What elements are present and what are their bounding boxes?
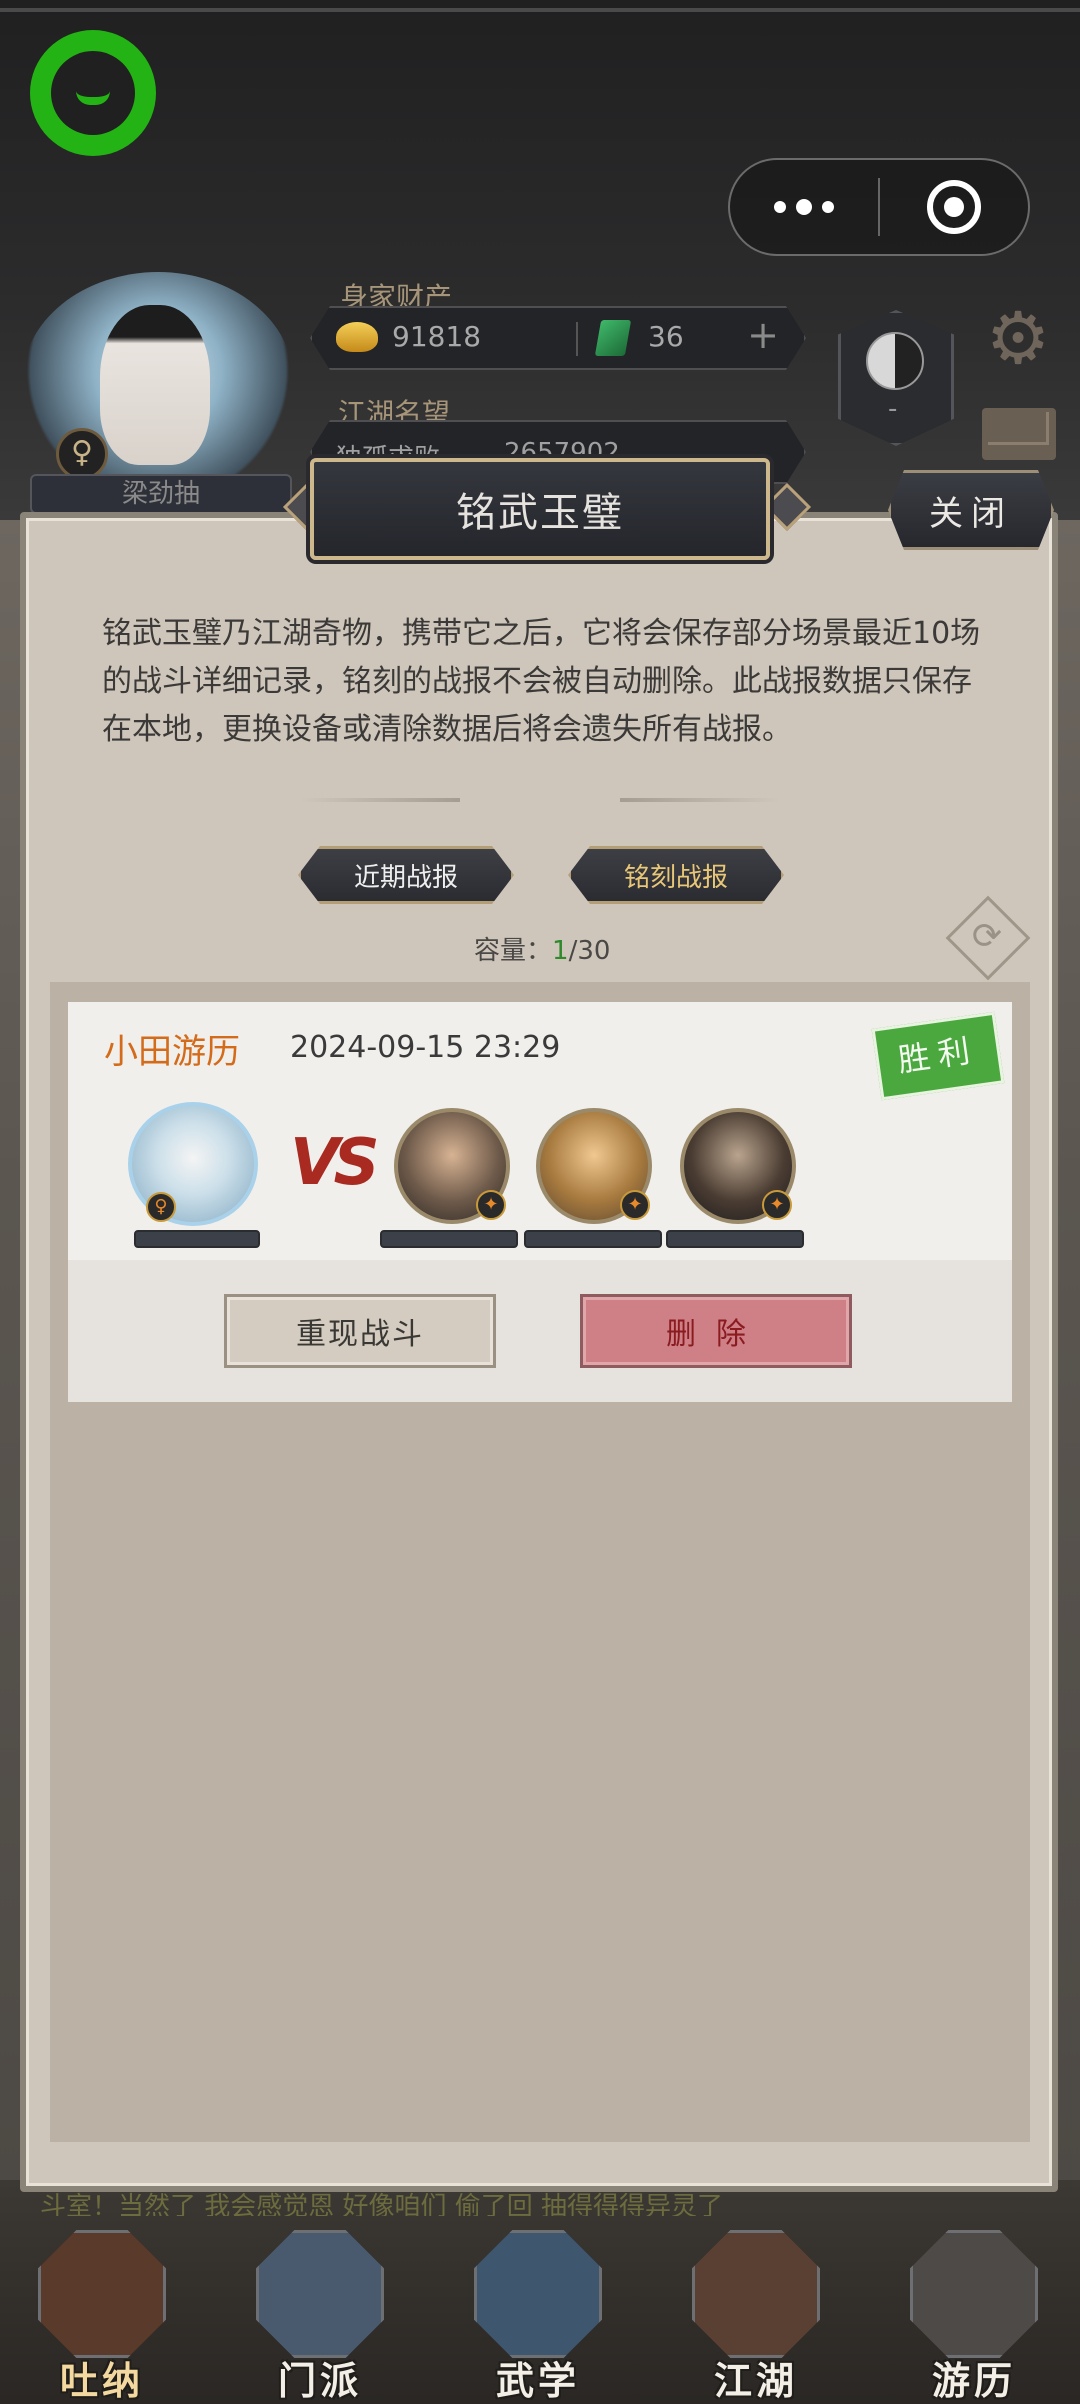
coin-count: 91818: [392, 320, 482, 353]
wealth-bar: [310, 306, 806, 370]
gear-icon[interactable]: ⚙: [980, 300, 1056, 376]
nav-label: 武学: [495, 2359, 580, 2403]
skill-badge-icon: ✦: [476, 1190, 506, 1220]
hero-status-bar: [666, 1230, 804, 1248]
jade-icon: [594, 320, 632, 356]
add-currency-button[interactable]: +: [744, 316, 782, 354]
hero-status-bar: [524, 1230, 662, 1248]
skill-badge-icon: ✦: [762, 1190, 792, 1220]
horse-icon: [910, 2230, 1038, 2358]
tab-engraved-reports[interactable]: 铭刻战报: [568, 846, 784, 904]
straw-hat-icon: [692, 2230, 820, 2358]
yinyang-icon: [866, 332, 924, 390]
skill-badge-icon: ✦: [620, 1190, 650, 1220]
scroll-book-icon: [474, 2230, 602, 2358]
more-menu-button[interactable]: [730, 160, 878, 254]
top-divider: [0, 8, 1080, 12]
sect-flag-icon: [256, 2230, 384, 2358]
capacity-label: 容量：: [474, 936, 553, 966]
capacity-counter: 容量：1/30: [474, 930, 610, 967]
close-button[interactable]: 关闭: [888, 470, 1054, 550]
divider-left: [300, 798, 460, 802]
sect-badge-value: -: [888, 394, 898, 424]
nav-label: 门派: [277, 2359, 362, 2403]
gold-ingot-icon: [336, 322, 378, 352]
player-avatar-portrait: [100, 305, 210, 465]
hero-status-bar: [134, 1230, 260, 1248]
panel-title: 铭武玉璧: [456, 490, 624, 536]
capsule-menu: [728, 158, 1030, 256]
mail-icon[interactable]: [982, 408, 1056, 460]
capacity-used: 1: [552, 936, 569, 966]
gender-icon: ♀: [146, 1192, 176, 1222]
nav-travel[interactable]: 游历: [904, 2222, 1044, 2404]
nav-sect[interactable]: 门派: [250, 2222, 390, 2404]
nav-label: 吐纳: [59, 2359, 144, 2403]
divider-right: [620, 798, 780, 802]
record-datetime: 2024-09-15 23:29: [290, 1030, 561, 1065]
replay-battle-button[interactable]: 重现战斗: [224, 1294, 496, 1368]
gender-icon: ♀: [56, 428, 108, 480]
refresh-icon: ⟳: [971, 915, 1003, 957]
panel-description: 铭武玉璧乃江湖奇物，携带它之后，它将会保存部分场景最近10场的战斗详细记录，铭刻…: [102, 616, 981, 747]
hero-status-bar: [380, 1230, 518, 1248]
nav-label: 江湖: [713, 2359, 798, 2403]
wealth-separator: [576, 322, 578, 356]
nav-jianghu[interactable]: 江湖: [686, 2222, 826, 2404]
record-source: 小田游历: [104, 1032, 240, 1072]
panel-title-plate: 铭武玉璧: [310, 458, 770, 560]
close-miniprogram-button[interactable]: [880, 160, 1028, 254]
news-ticker: 斗室！当然了 我会感觉恩 好像咱们 偷了回 抽得得得异灵了: [40, 2192, 724, 2216]
jade-count: 36: [648, 320, 684, 353]
nav-label: 游历: [931, 2359, 1016, 2403]
app-logo-icon: [30, 30, 156, 156]
versus-icon: VS: [290, 1126, 380, 1200]
nav-tuna[interactable]: 吐纳: [32, 2222, 172, 2404]
tab-recent-reports[interactable]: 近期战报: [298, 846, 514, 904]
nav-martial-arts[interactable]: 武学: [468, 2222, 608, 2404]
capacity-total: /30: [568, 936, 611, 966]
meditation-icon: [38, 2230, 166, 2358]
delete-record-button[interactable]: 删除: [580, 1294, 852, 1368]
player-name: 梁劲抽: [30, 474, 292, 514]
battle-record-card: 小田游历 2024-09-15 23:29 胜利 ♀ VS ✦ ✦ ✦ 重现战斗…: [68, 1002, 1012, 1402]
